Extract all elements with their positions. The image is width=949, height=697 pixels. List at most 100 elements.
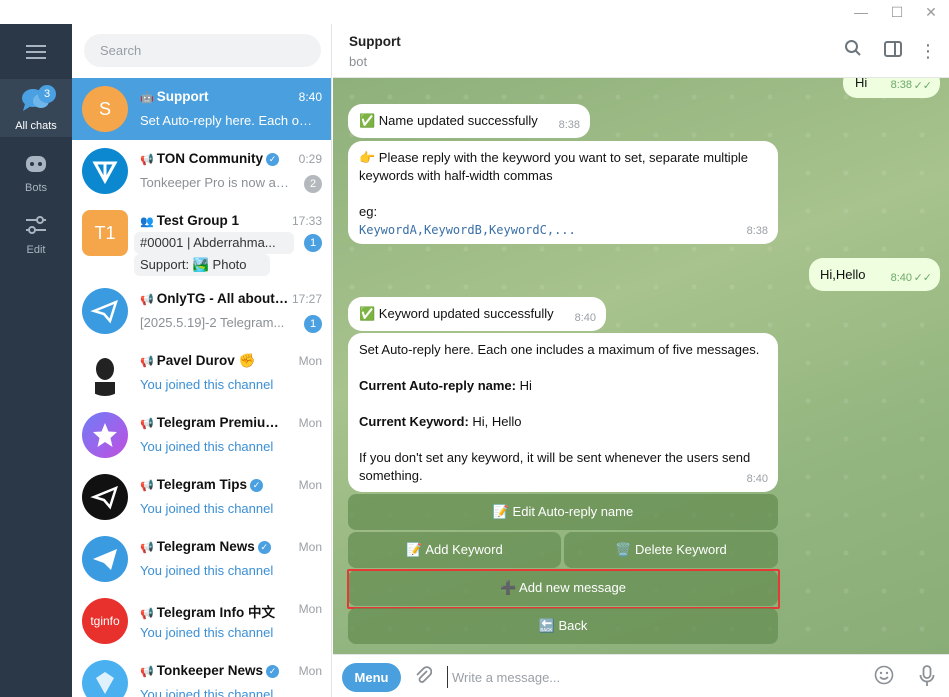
more-options-icon[interactable]: ⋮: [916, 39, 940, 63]
message-time: 8:40: [746, 473, 768, 485]
message-value: Hi: [515, 378, 532, 393]
avatar: [82, 350, 128, 396]
message-outgoing: Hi,Hello 8:40 ✓✓: [809, 258, 940, 291]
chat-item-onlytg[interactable]: 📢 OnlyTG - All about T... 17:27 [2025.5.1…: [72, 280, 331, 342]
microphone-icon[interactable]: [915, 665, 939, 689]
message-label: Current Auto-reply name:: [359, 378, 516, 393]
message-text: If you don't set any keyword, it will be…: [359, 450, 751, 483]
all-chats-label: All chats: [15, 120, 57, 132]
chat-time: 8:40: [298, 90, 322, 104]
delete-keyword-button[interactable]: 🗑️ Delete Keyword: [564, 532, 778, 568]
chat-preview: You joined this channel: [140, 563, 274, 578]
message-text: ✅ Keyword updated successfully: [359, 306, 554, 321]
chat-time: Mon: [298, 478, 322, 492]
message-incoming: 👉 Please reply with the keyword you want…: [348, 141, 778, 244]
group-icon: 👥: [140, 216, 154, 228]
portrait-icon: [95, 358, 115, 396]
back-button[interactable]: 🔙 Back: [348, 608, 778, 644]
unread-badge: 2: [304, 175, 322, 193]
megaphone-icon: 📢: [140, 480, 154, 492]
message-text: eg:: [359, 204, 378, 219]
composer: Menu: [333, 654, 949, 697]
emoji-icon[interactable]: [872, 665, 896, 689]
all-chats-badge: 3: [38, 85, 56, 103]
verified-icon: ✓: [265, 153, 279, 166]
chat-item-telegram-premium[interactable]: 📢 Telegram Premium ✓ Mon You joined this c…: [72, 404, 331, 466]
message-text: 👉 Please reply with the keyword you want…: [359, 150, 749, 183]
chat-name: OnlyTG - All about T...: [156, 291, 290, 306]
message-incoming: Set Auto-reply here. Each one includes a…: [348, 333, 778, 492]
chat-name: Telegram News: [156, 539, 255, 554]
paper-plane-icon: [93, 549, 117, 570]
maximize-icon[interactable]: ☐: [887, 2, 907, 22]
avatar: tginfo: [82, 598, 128, 644]
folder-bots[interactable]: Bots: [0, 146, 72, 198]
folder-all-chats[interactable]: 3 All chats: [0, 79, 72, 137]
chat-subtitle: bot: [349, 54, 368, 69]
bot-icon: 🤖: [140, 92, 154, 104]
message-label: Current Keyword:: [359, 414, 469, 429]
message-incoming: ✅ Keyword updated successfully 8:40: [348, 297, 606, 331]
chat-preview: Tonkeeper Pro is now available: [140, 175, 290, 190]
message-time: 8:38: [890, 79, 912, 91]
double-check-icon: ✓✓: [913, 80, 932, 92]
chat-name: Pavel Durov ✊: [156, 353, 256, 368]
verified-icon: ✓: [257, 541, 271, 554]
chat-item-telegram-info[interactable]: tginfo 📢 Telegram Info 中文 Mon You joined …: [72, 590, 331, 652]
message-text: ✅ Name updated successfully: [359, 113, 538, 128]
hamburger-menu[interactable]: [0, 32, 72, 72]
minimize-icon[interactable]: —: [851, 2, 871, 22]
search-icon[interactable]: [841, 39, 865, 63]
megaphone-icon: 📢: [140, 418, 154, 430]
avatar: [82, 412, 128, 458]
close-icon[interactable]: ✕: [921, 2, 941, 22]
ton-logo-icon: [92, 161, 118, 185]
megaphone-icon: 📢: [140, 542, 154, 554]
avatar: [82, 536, 128, 582]
add-keyword-button[interactable]: 📝 Add Keyword: [348, 532, 561, 568]
verified-icon: ✓: [280, 417, 290, 430]
chat-item-test-group-1[interactable]: T1 👥 Test Group 1 17:33 #00001 | Abderrah…: [72, 202, 331, 280]
chat-preview: Set Auto-reply here. Each one includes a…: [140, 113, 312, 128]
chat-time: Mon: [298, 602, 322, 616]
search-input[interactable]: Search: [84, 34, 321, 67]
chat-item-telegram-tips[interactable]: 📢 Telegram Tips ✓ Mon You joined this chan…: [72, 466, 331, 528]
chat-title[interactable]: Support: [349, 34, 401, 49]
chat-list: Search S 🤖 Support 8:40 Set Auto-reply he…: [72, 24, 332, 697]
menu-icon: [26, 45, 46, 59]
chat-name: Telegram Premium: [156, 415, 278, 430]
chat-name: Test Group 1: [156, 213, 239, 228]
chat-item-tonkeeper-news[interactable]: 📢 Tonkeeper News ✓ Mon You joined this cha…: [72, 652, 331, 697]
chat-header: Support bot ⋮: [333, 24, 949, 78]
chat-name: Support: [156, 89, 209, 104]
chat-preview-2: Support: 🏞️ Photo: [134, 254, 270, 276]
message-text: Hi: [855, 78, 868, 90]
highlight-box: [347, 569, 780, 609]
megaphone-icon: 📢: [140, 666, 154, 678]
message-input[interactable]: [447, 666, 847, 688]
sidebar-toggle-icon[interactable]: [881, 39, 905, 63]
chat-time: 17:33: [291, 214, 322, 228]
megaphone-icon: 📢: [140, 154, 154, 166]
message-incoming: ✅ Name updated successfully 8:38: [348, 104, 590, 138]
message-time: 8:40: [574, 312, 596, 324]
avatar: [82, 474, 128, 520]
chat-item-ton-community[interactable]: 📢 TON Community ✓ 0:29 Tonkeeper Pro is no…: [72, 140, 331, 202]
message-outgoing: Hi 8:38 ✓✓: [843, 78, 940, 98]
diamond-icon: [96, 672, 114, 694]
message-time: 8:38: [746, 225, 768, 237]
edit-auto-reply-name-button[interactable]: 📝 Edit Auto-reply name: [348, 494, 778, 530]
bots-label: Bots: [24, 182, 47, 194]
chat-name: TON Community: [156, 151, 263, 166]
avatar: [82, 288, 128, 334]
paperclip-icon[interactable]: [411, 665, 435, 689]
chat-preview: #00001 | Abderrahma...: [134, 232, 294, 254]
verified-icon: ✓: [249, 479, 263, 492]
bot-menu-button[interactable]: Menu: [342, 663, 401, 692]
bot-icon: [26, 156, 46, 172]
folder-edit[interactable]: Edit: [0, 208, 72, 260]
paper-plane-icon: [90, 485, 118, 510]
chat-item-pavel-durov[interactable]: 📢 Pavel Durov ✊ Mon You joined this chann…: [72, 342, 331, 404]
chat-item-telegram-news[interactable]: 📢 Telegram News ✓ Mon You joined this chan…: [72, 528, 331, 590]
chat-item-support[interactable]: S 🤖 Support 8:40 Set Auto-reply here. Eac…: [72, 78, 331, 140]
